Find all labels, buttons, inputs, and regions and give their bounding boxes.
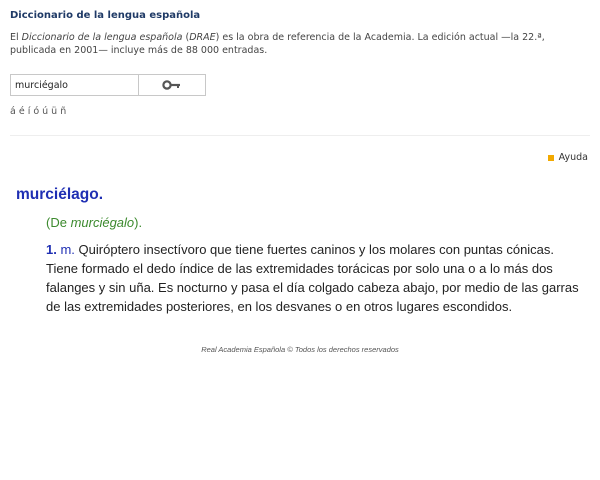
accent-key-u-umlaut[interactable]: ü <box>51 106 57 117</box>
search-box <box>10 74 206 96</box>
intro-text: El Diccionario de la lengua española (DR… <box>10 31 590 57</box>
accent-key-a[interactable]: á <box>10 106 16 117</box>
search-input[interactable] <box>11 75 139 95</box>
copyright: Real Academia Española © Todos los derec… <box>201 345 399 354</box>
search-button[interactable] <box>139 75 205 95</box>
lemma-dot: . <box>98 186 104 203</box>
accent-key-i[interactable]: í <box>28 106 31 117</box>
sense-abbreviation[interactable]: m. <box>60 242 74 257</box>
etymology: (De murciégalo). <box>46 215 142 230</box>
page: Diccionario de la lengua española El Dic… <box>0 0 600 480</box>
divider <box>10 135 590 136</box>
accent-keyboard: á é í ó ú ü ñ <box>10 106 66 117</box>
intro-part-1: El <box>10 32 22 43</box>
entry-lemma: murciélago. <box>16 186 103 204</box>
intro-abbr: DRAE <box>189 32 216 43</box>
etym-close: ). <box>134 215 143 230</box>
definition-text: Quiróptero insectívoro que tiene fuertes… <box>46 242 579 314</box>
lemma-word: murciélago <box>16 186 99 203</box>
sense-number: 1. <box>46 242 57 257</box>
accent-key-e[interactable]: é <box>19 106 25 117</box>
intro-book-title: Diccionario de la lengua española <box>21 32 183 43</box>
search-key-icon <box>162 76 182 95</box>
page-title: Diccionario de la lengua española <box>10 10 201 21</box>
accent-key-n-tilde[interactable]: ñ <box>60 106 66 117</box>
accent-key-u[interactable]: ú <box>42 106 48 117</box>
help-link[interactable]: Ayuda <box>547 152 588 163</box>
accent-key-o[interactable]: ó <box>33 106 39 117</box>
definition: 1. m. Quiróptero insectívoro que tiene f… <box>46 240 586 316</box>
etym-word: murciégalo <box>70 215 135 230</box>
etym-open: (De <box>46 215 71 230</box>
help-label: Ayuda <box>558 152 588 163</box>
help-bullet-icon <box>547 154 554 161</box>
